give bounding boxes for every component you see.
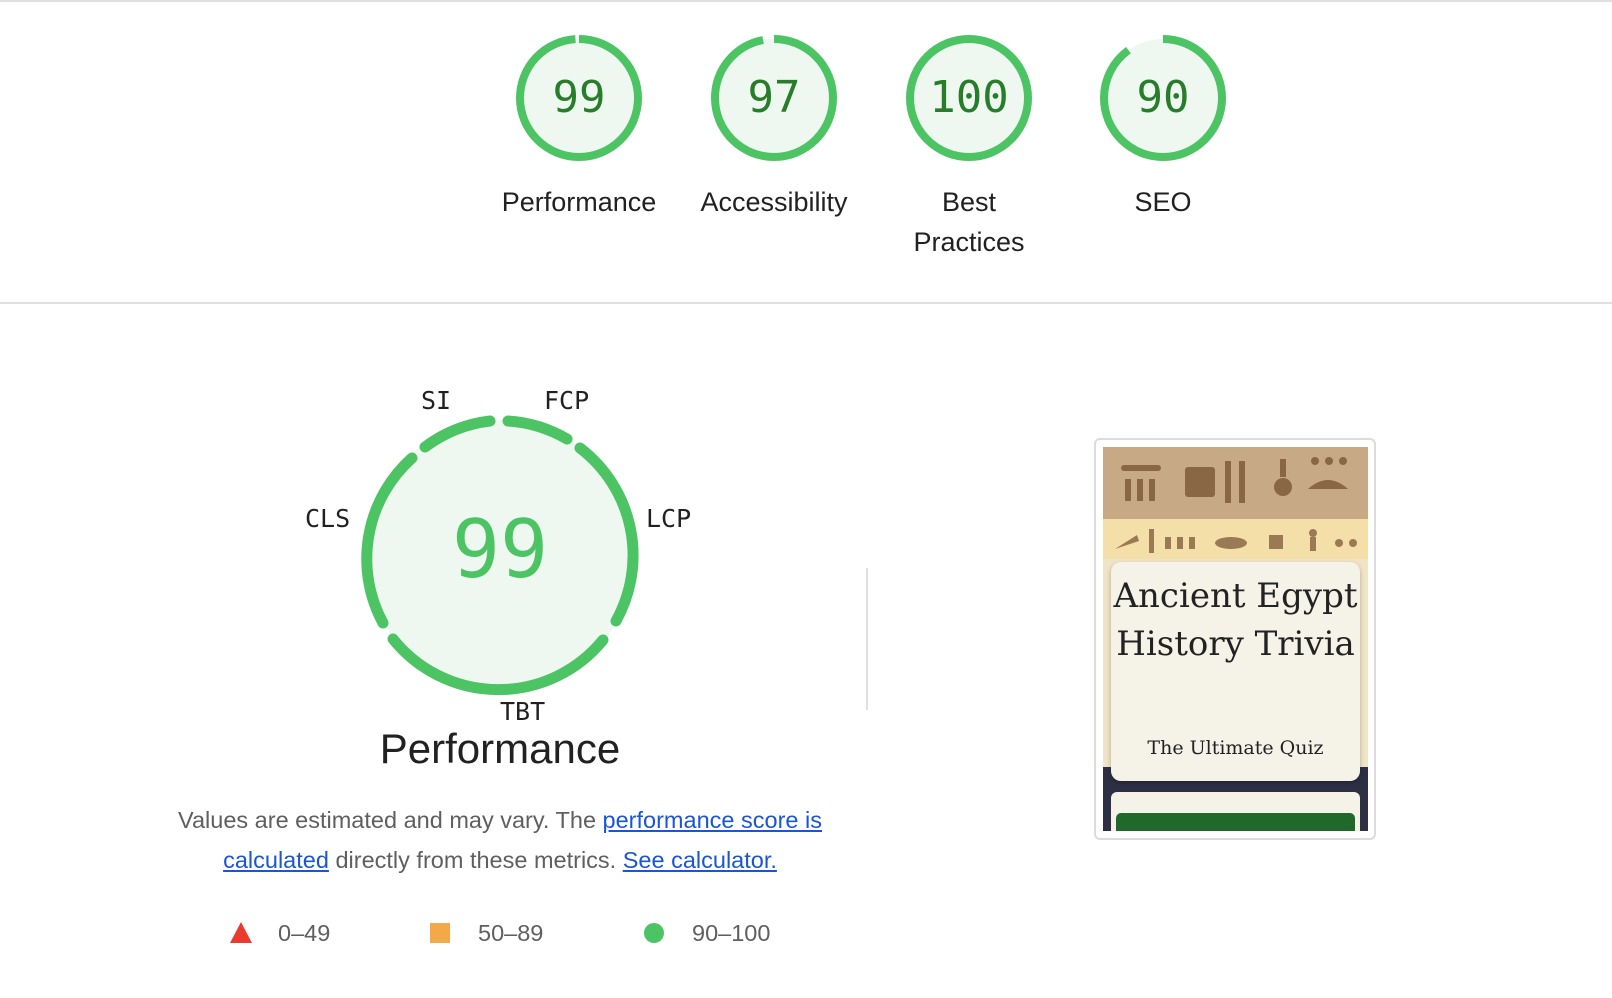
hieroglyph-band — [1103, 519, 1368, 559]
gauge-score: 99 — [552, 72, 606, 123]
top-border — [0, 0, 1612, 2]
start-button[interactable] — [1116, 813, 1355, 831]
vertical-divider — [866, 568, 868, 710]
final-screenshot[interactable]: Ancient Egypt History Trivia The Ultimat… — [1103, 447, 1368, 831]
metric-label-si: SI — [421, 386, 452, 415]
section-divider — [0, 302, 1612, 304]
triangle-icon — [230, 922, 252, 943]
metric-label-fcp: FCP — [544, 386, 590, 415]
gauge-score: 97 — [747, 72, 801, 123]
game-subtitle: The Ultimate Quiz — [1147, 737, 1324, 759]
performance-title: Performance — [379, 725, 621, 772]
hieroglyphs-image — [1115, 529, 1357, 553]
performance-score: 99 — [451, 503, 549, 596]
square-icon — [430, 923, 450, 943]
description-text: Values are estimated and may vary. The — [178, 807, 603, 833]
gauge-score: 90 — [1136, 72, 1190, 123]
gauge-ring: 100 — [903, 32, 1035, 164]
legend-range: 90–100 — [692, 920, 771, 946]
hieroglyphs-image — [1121, 457, 1348, 503]
game-title: Ancient Egypt History Trivia — [1113, 576, 1358, 664]
gauge-ring: 97 — [708, 32, 840, 164]
legend-range: 0–49 — [278, 920, 331, 946]
metric-label-lcp: LCP — [646, 504, 692, 533]
gauge-label: SEO — [1134, 187, 1192, 217]
gauge-ring: 90 — [1097, 32, 1229, 164]
gauge-accessibility[interactable]: 97 Accessibility — [679, 32, 869, 222]
hieroglyph-band — [1103, 447, 1368, 519]
gauge-score: 100 — [929, 72, 1009, 123]
gauge-seo[interactable]: 90 SEO — [1068, 32, 1258, 222]
metric-label-cls: CLS — [305, 504, 351, 533]
gauge-label: Best Practices — [913, 187, 1025, 257]
gauge-performance[interactable]: 99 Performance — [484, 32, 674, 222]
legend-item-pass: 90–100 — [644, 918, 794, 948]
gauge-best-practices[interactable]: 100 Best Practices — [874, 32, 1064, 262]
gauge-label: Accessibility — [700, 187, 848, 217]
legend-item-fail: 0–49 — [230, 918, 350, 948]
circle-icon — [644, 923, 664, 943]
see-calculator-link[interactable]: See calculator. — [623, 847, 777, 873]
legend-item-average: 50–89 — [430, 918, 570, 948]
gauge-ring: 99 — [513, 32, 645, 164]
performance-description: Values are estimated and may vary. The p… — [160, 800, 840, 880]
description-text: directly from these metrics. — [328, 847, 623, 873]
metric-label-tbt: TBT — [500, 697, 546, 726]
title-card: Ancient Egypt History Trivia The Ultimat… — [1111, 562, 1360, 781]
gauge-label: Performance — [501, 187, 657, 217]
legend-range: 50–89 — [478, 920, 544, 946]
